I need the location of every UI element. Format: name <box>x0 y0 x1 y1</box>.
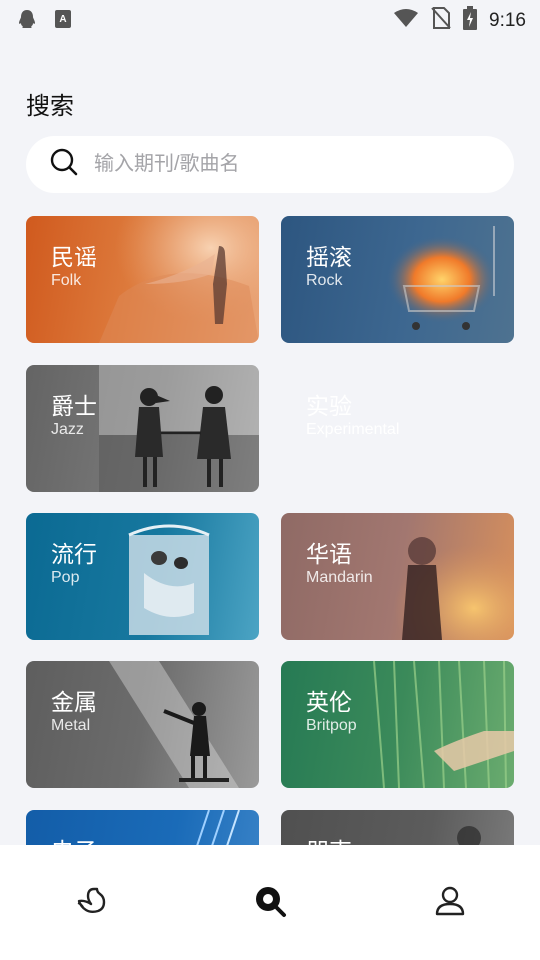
jazz-cover-art <box>99 365 259 492</box>
search-input[interactable] <box>92 152 476 177</box>
category-name-zh: 爵士 <box>51 393 97 419</box>
category-name-en: Britpop <box>306 717 357 734</box>
category-grid: 民谣 Folk 摇滚 Rock 爵士 Jazz 实验 Experimental … <box>0 0 540 845</box>
tab-profile[interactable] <box>430 883 470 923</box>
britpop-cover-art <box>373 661 514 788</box>
category-card-electronic[interactable]: 电子 <box>26 810 259 845</box>
profile-icon <box>434 885 466 922</box>
category-card-rock[interactable]: 摇滚 Rock <box>281 216 514 343</box>
category-name-zh: 英伦 <box>306 689 352 715</box>
category-name-zh: 电子 <box>51 832 97 845</box>
category-name-zh: 实验 <box>306 393 352 419</box>
category-name-zh: 流行 <box>51 541 97 567</box>
tab-search[interactable] <box>250 883 290 923</box>
category-card-pop[interactable]: 流行 Pop <box>26 513 259 640</box>
category-card-mandarin[interactable]: 华语 Mandarin <box>281 513 514 640</box>
category-name-en: Jazz <box>51 421 84 438</box>
category-name-en: Mandarin <box>306 569 373 586</box>
page-title: 搜索 <box>26 93 74 120</box>
category-name-en: Folk <box>51 272 82 289</box>
category-card-folk[interactable]: 民谣 Folk <box>26 216 259 343</box>
category-card-britpop[interactable]: 英伦 Britpop <box>281 661 514 788</box>
category-name-zh: 金属 <box>51 689 97 715</box>
category-name-en: Pop <box>51 569 80 586</box>
search-icon <box>253 884 287 923</box>
category-card-experimental[interactable]: 实验 Experimental <box>281 365 514 492</box>
tab-home[interactable] <box>70 883 110 923</box>
category-name-zh: 摇滚 <box>306 244 352 270</box>
pop-cover-art <box>128 524 210 635</box>
category-name-en: Rock <box>306 272 343 289</box>
search-bar[interactable] <box>26 136 514 193</box>
category-card-punk[interactable]: 朋克 <box>281 810 514 845</box>
rock-cover-art <box>354 216 514 343</box>
category-name-en: Experimental <box>306 421 400 438</box>
category-card-jazz[interactable]: 爵士 Jazz <box>26 365 259 492</box>
category-name-zh: 朋克 <box>306 832 352 845</box>
category-name-zh: 华语 <box>306 541 352 567</box>
folk-cover-art <box>99 216 259 343</box>
electronic-cover-art <box>196 810 240 845</box>
metal-cover-art <box>109 661 239 788</box>
mandarin-cover-art <box>354 513 514 640</box>
category-name-en: Metal <box>51 717 91 734</box>
category-card-metal[interactable]: 金属 Metal <box>26 661 259 788</box>
punk-cover-art <box>457 826 481 845</box>
bottom-tab-bar <box>0 845 540 960</box>
category-name-zh: 民谣 <box>51 244 97 270</box>
swan-logo-icon <box>74 885 106 922</box>
search-icon <box>50 148 78 181</box>
